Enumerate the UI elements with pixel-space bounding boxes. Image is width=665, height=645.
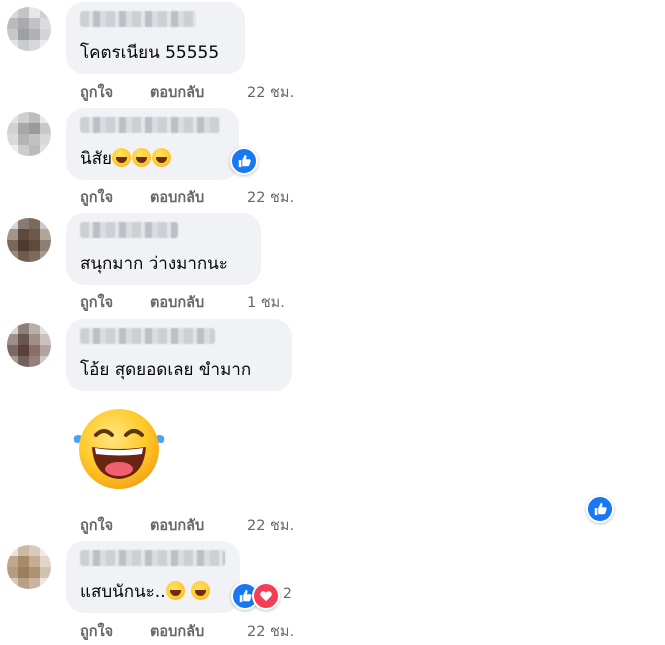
reply-link[interactable]: ตอบกลับ <box>150 620 247 643</box>
laughing-emoji-sticker <box>73 409 165 489</box>
grinning-emoji-icon <box>191 581 211 600</box>
like-link[interactable]: ถูกใจ <box>80 81 150 104</box>
comment-text: สนุกมาก ว่างมากนะ <box>80 254 228 274</box>
like-link[interactable]: ถูกใจ <box>80 291 150 314</box>
avatar[interactable] <box>7 218 51 262</box>
comment-text: แสบนักนะ.. <box>80 582 166 602</box>
commenter-name-blurred[interactable] <box>80 550 225 566</box>
timestamp[interactable]: 22 ชม. <box>247 514 294 537</box>
rofl-emoji-icon <box>131 148 151 167</box>
avatar[interactable] <box>7 112 51 156</box>
comment-actions: ถูกใจ ตอบกลับ 1 ชม. <box>80 291 285 314</box>
like-link[interactable]: ถูกใจ <box>80 186 150 209</box>
like-link[interactable]: ถูกใจ <box>80 514 150 537</box>
like-icon[interactable] <box>230 147 258 175</box>
avatar[interactable] <box>7 7 51 51</box>
rofl-emoji-icon <box>165 581 185 600</box>
rofl-emoji-icon <box>151 148 171 167</box>
comment-actions: ถูกใจ ตอบกลับ 22 ชม. <box>80 81 294 104</box>
heart-icon[interactable] <box>252 582 280 610</box>
comment-bubble: แสบนักนะ.. <box>66 541 240 613</box>
reply-link[interactable]: ตอบกลับ <box>150 291 247 314</box>
comment-actions: ถูกใจ ตอบกลับ 22 ชม. <box>80 514 294 537</box>
timestamp[interactable]: 22 ชม. <box>247 81 294 104</box>
timestamp[interactable]: 22 ชม. <box>247 186 294 209</box>
comment-text-wrap: แสบนักนะ.. <box>80 581 211 603</box>
comment-text: โอ้ย สุดยอดเลย ขำมาก <box>80 360 252 380</box>
comment-actions: ถูกใจ ตอบกลับ 22 ชม. <box>80 620 294 643</box>
reply-link[interactable]: ตอบกลับ <box>150 514 247 537</box>
like-link[interactable]: ถูกใจ <box>80 620 150 643</box>
commenter-name-blurred[interactable] <box>80 328 215 344</box>
comment-text-wrap: นิสัย <box>80 148 172 170</box>
comment-text: โคตรเนียน 55555 <box>80 43 220 63</box>
comment-text: นิสัย <box>80 149 112 169</box>
comment-bubble: นิสัย <box>66 108 239 180</box>
comment-actions: ถูกใจ ตอบกลับ 22 ชม. <box>80 186 294 209</box>
comment-bubble: โอ้ย สุดยอดเลย ขำมาก <box>66 319 292 391</box>
timestamp[interactable]: 22 ชม. <box>247 620 294 643</box>
rofl-emoji-icon <box>111 148 131 167</box>
avatar[interactable] <box>7 323 51 367</box>
commenter-name-blurred[interactable] <box>80 117 220 133</box>
commenter-name-blurred[interactable] <box>80 222 178 238</box>
timestamp[interactable]: 1 ชม. <box>247 291 285 314</box>
comment-bubble: โคตรเนียน 55555 <box>66 2 245 74</box>
commenter-name-blurred[interactable] <box>80 11 196 27</box>
comment-bubble: สนุกมาก ว่างมากนะ <box>66 213 261 285</box>
like-icon[interactable] <box>586 495 614 523</box>
reply-link[interactable]: ตอบกลับ <box>150 81 247 104</box>
reply-link[interactable]: ตอบกลับ <box>150 186 247 209</box>
reaction-count[interactable]: 2 <box>283 586 292 602</box>
avatar[interactable] <box>7 545 51 589</box>
